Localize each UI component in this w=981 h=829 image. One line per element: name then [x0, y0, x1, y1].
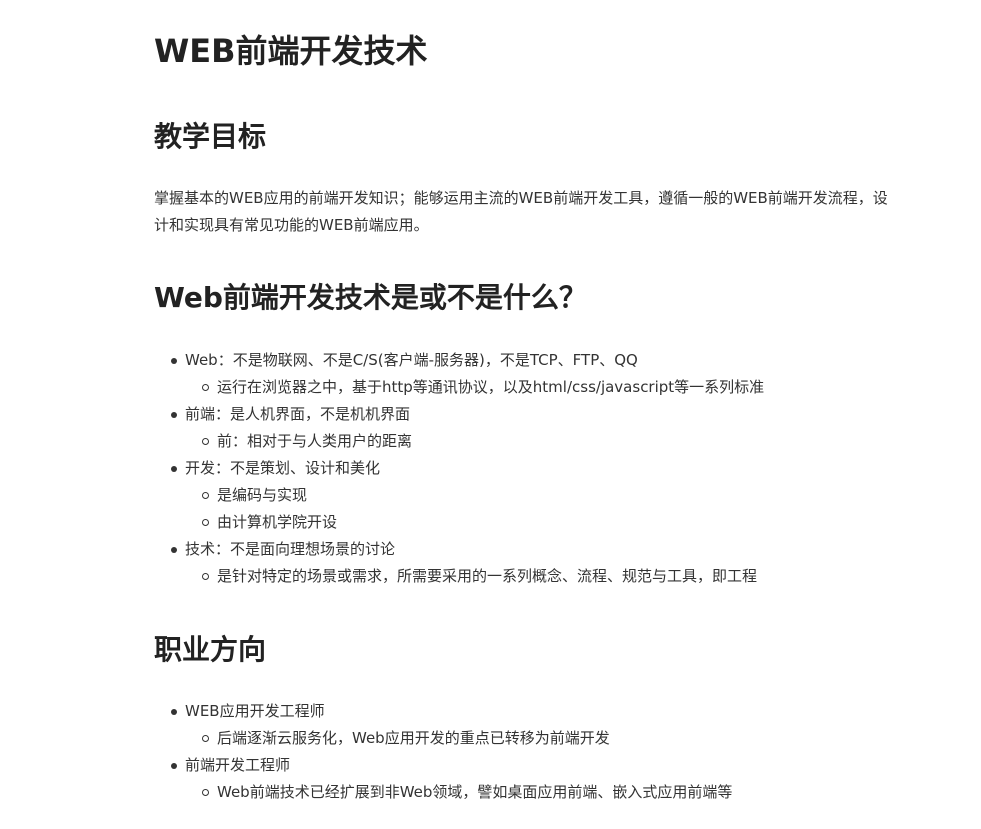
list-item-text: 是编码与实现 — [217, 486, 308, 504]
list-item-nested: 由计算机学院开设 — [154, 509, 764, 536]
list-item: 前端开发工程师 — [154, 752, 732, 779]
list-item-text: Web：不是物联网、不是C/S(客户端-服务器)，不是TCP、FTP、QQ — [185, 351, 638, 369]
bullet-circle-icon — [202, 438, 209, 445]
list-item-nested: Web前端技术已经扩展到非Web领域，譬如桌面应用前端、嵌入式应用前端等 — [154, 779, 732, 806]
list-item-text: 技术：不是面向理想场景的讨论 — [185, 540, 396, 558]
bullet-circle-icon — [202, 384, 209, 391]
bullet-disc-icon — [171, 547, 177, 553]
bullet-disc-icon — [171, 763, 177, 769]
list-item-text: 开发：不是策划、设计和美化 — [185, 459, 381, 477]
career-list: WEB应用开发工程师 后端逐渐云服务化，Web应用开发的重点已转移为前端开发 前… — [154, 698, 732, 806]
list-item-text: 前：相对于与人类用户的距离 — [217, 432, 413, 450]
document-page: WEB前端开发技术 教学目标 掌握基本的WEB应用的前端开发知识；能够运用主流的… — [0, 0, 981, 829]
list-item-text: 前端开发工程师 — [185, 756, 291, 774]
bullet-disc-icon — [171, 466, 177, 472]
what-list: Web：不是物联网、不是C/S(客户端-服务器)，不是TCP、FTP、QQ 运行… — [154, 347, 764, 590]
list-item-nested: 后端逐渐云服务化，Web应用开发的重点已转移为前端开发 — [154, 725, 732, 752]
list-item-text: 由计算机学院开设 — [217, 513, 338, 531]
list-item-nested: 是针对特定的场景或需求，所需要采用的一系列概念、流程、规范与工具，即工程 — [154, 563, 764, 590]
bullet-circle-icon — [202, 789, 209, 796]
list-item: 技术：不是面向理想场景的讨论 — [154, 536, 764, 563]
bullet-disc-icon — [171, 358, 177, 364]
section-heading-goal: 教学目标 — [154, 120, 267, 153]
list-item-text: Web前端技术已经扩展到非Web领域，譬如桌面应用前端、嵌入式应用前端等 — [217, 783, 733, 801]
bullet-disc-icon — [171, 412, 177, 418]
section-heading-what: Web前端开发技术是或不是什么？ — [154, 281, 587, 314]
bullet-circle-icon — [202, 492, 209, 499]
list-item-nested: 是编码与实现 — [154, 482, 764, 509]
list-item-text: 前端：是人机界面，不是机机界面 — [185, 405, 411, 423]
list-item-text: WEB应用开发工程师 — [185, 702, 325, 720]
list-item: 开发：不是策划、设计和美化 — [154, 455, 764, 482]
list-item-text: 运行在浏览器之中，基于http等通讯协议，以及html/css/javascri… — [217, 378, 765, 396]
bullet-disc-icon — [171, 709, 177, 715]
list-item: WEB应用开发工程师 — [154, 698, 732, 725]
list-item-nested: 运行在浏览器之中，基于http等通讯协议，以及html/css/javascri… — [154, 374, 764, 401]
list-item-text: 后端逐渐云服务化，Web应用开发的重点已转移为前端开发 — [217, 729, 610, 747]
list-item-nested: 前：相对于与人类用户的距离 — [154, 428, 764, 455]
section-heading-career: 职业方向 — [154, 633, 267, 666]
goal-paragraph: 掌握基本的WEB应用的前端开发知识；能够运用主流的WEB前端开发工具，遵循一般的… — [154, 189, 888, 234]
list-item: Web：不是物联网、不是C/S(客户端-服务器)，不是TCP、FTP、QQ — [154, 347, 764, 374]
list-item: 前端：是人机界面，不是机机界面 — [154, 401, 764, 428]
bullet-circle-icon — [202, 735, 209, 742]
page-title: WEB前端开发技术 — [154, 32, 428, 70]
list-item-text: 是针对特定的场景或需求，所需要采用的一系列概念、流程、规范与工具，即工程 — [217, 567, 758, 585]
bullet-circle-icon — [202, 519, 209, 526]
bullet-circle-icon — [202, 573, 209, 580]
